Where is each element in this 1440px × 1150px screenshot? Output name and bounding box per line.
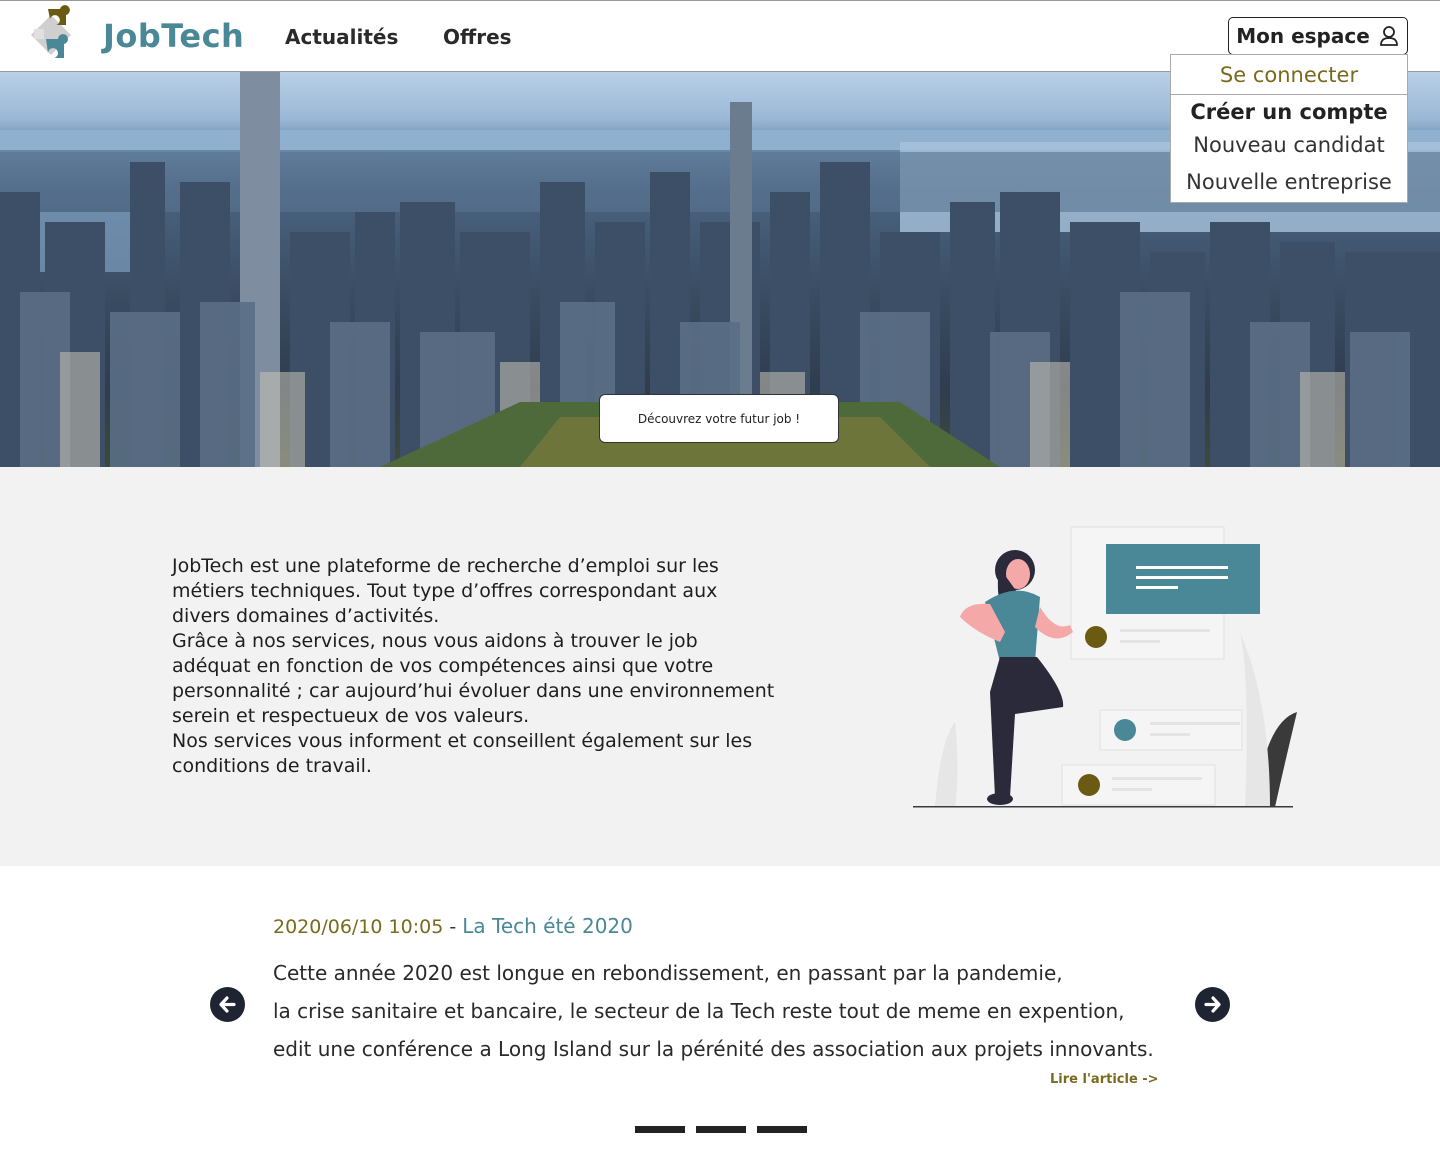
about-text: JobTech est une plateforme de recherche … (172, 555, 775, 777)
arrow-right-circle-icon (1204, 996, 1221, 1013)
read-article-link[interactable]: Lire l'article -> (1050, 1072, 1159, 1087)
news-date: 2020/06/10 10:05 (273, 916, 444, 938)
woman-illustration (913, 526, 1297, 808)
carousel-indicator[interactable] (696, 1126, 746, 1133)
news-body: Cette année 2020 est longue en rebondiss… (273, 961, 1154, 1061)
user-icon (1379, 26, 1398, 46)
news-title[interactable]: La Tech été 2020 (462, 914, 633, 938)
carousel-indicator[interactable] (757, 1126, 807, 1133)
create-account-heading: Créer un compte (1190, 100, 1388, 124)
carousel-indicator[interactable] (635, 1126, 685, 1133)
new-company-link[interactable]: Nouvelle entreprise (1171, 170, 1407, 194)
nav-offers[interactable]: Offres (443, 25, 512, 49)
nav-news[interactable]: Actualités (285, 25, 398, 49)
arrow-left-circle-icon (219, 996, 236, 1013)
new-candidate-link[interactable]: Nouveau candidat (1171, 133, 1407, 157)
account-button-label: Mon espace (1236, 24, 1370, 48)
news-carousel: 2020/06/10 10:05 - La Tech été 2020 Cett… (0, 866, 1440, 1150)
carousel-prev-button[interactable] (210, 987, 245, 1022)
news-separator: - (443, 916, 463, 938)
about-section: JobTech est une plateforme de recherche … (0, 467, 1440, 866)
account-button[interactable]: Mon espace (1228, 17, 1408, 55)
carousel-indicators (635, 1126, 807, 1133)
discover-job-button[interactable]: Découvrez votre futur job ! (599, 394, 839, 443)
login-link[interactable]: Se connecter (1171, 55, 1407, 95)
account-menu: Se connecter Créer un compte Nouveau can… (1170, 54, 1408, 203)
brand-name[interactable]: JobTech (103, 17, 244, 55)
carousel-next-button[interactable] (1195, 987, 1230, 1022)
puzzle-logo-icon[interactable] (26, 5, 76, 67)
news-meta: 2020/06/10 10:05 - La Tech été 2020 (273, 914, 633, 938)
